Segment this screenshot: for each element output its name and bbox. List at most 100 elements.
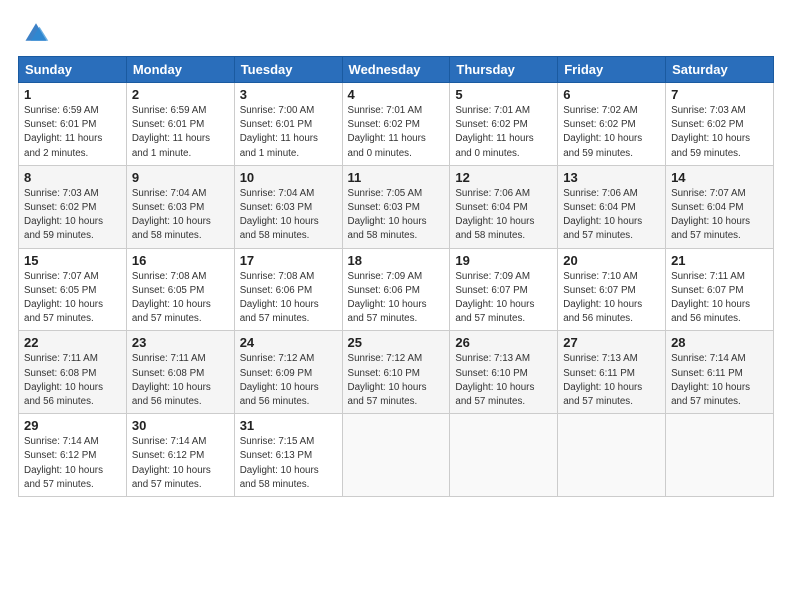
calendar-cell: 17 Sunrise: 7:08 AMSunset: 6:06 PMDaylig… (234, 248, 342, 331)
day-info: Sunrise: 7:07 AMSunset: 6:04 PMDaylight:… (671, 188, 750, 242)
day-info: Sunrise: 7:14 AMSunset: 6:11 PMDaylight:… (671, 353, 750, 407)
calendar-week-4: 22 Sunrise: 7:11 AMSunset: 6:08 PMDaylig… (19, 331, 774, 414)
day-info: Sunrise: 7:04 AMSunset: 6:03 PMDaylight:… (132, 188, 211, 242)
day-info: Sunrise: 7:03 AMSunset: 6:02 PMDaylight:… (24, 188, 103, 242)
calendar-header-thursday: Thursday (450, 57, 558, 83)
day-number: 27 (563, 335, 660, 350)
calendar-cell: 11 Sunrise: 7:05 AMSunset: 6:03 PMDaylig… (342, 165, 450, 248)
calendar-cell: 20 Sunrise: 7:10 AMSunset: 6:07 PMDaylig… (558, 248, 666, 331)
calendar-week-2: 8 Sunrise: 7:03 AMSunset: 6:02 PMDayligh… (19, 165, 774, 248)
day-info: Sunrise: 7:13 AMSunset: 6:10 PMDaylight:… (455, 353, 534, 407)
day-info: Sunrise: 7:12 AMSunset: 6:09 PMDaylight:… (240, 353, 319, 407)
calendar-cell (450, 414, 558, 497)
calendar-cell: 5 Sunrise: 7:01 AMSunset: 6:02 PMDayligh… (450, 83, 558, 166)
day-info: Sunrise: 6:59 AMSunset: 6:01 PMDaylight:… (24, 105, 102, 159)
calendar-week-1: 1 Sunrise: 6:59 AMSunset: 6:01 PMDayligh… (19, 83, 774, 166)
calendar-header-friday: Friday (558, 57, 666, 83)
day-info: Sunrise: 7:04 AMSunset: 6:03 PMDaylight:… (240, 188, 319, 242)
day-number: 19 (455, 253, 552, 268)
day-number: 10 (240, 170, 337, 185)
day-number: 17 (240, 253, 337, 268)
calendar-header-saturday: Saturday (666, 57, 774, 83)
day-info: Sunrise: 7:00 AMSunset: 6:01 PMDaylight:… (240, 105, 318, 159)
calendar-cell: 1 Sunrise: 6:59 AMSunset: 6:01 PMDayligh… (19, 83, 127, 166)
calendar-header-row: SundayMondayTuesdayWednesdayThursdayFrid… (19, 57, 774, 83)
calendar-cell: 4 Sunrise: 7:01 AMSunset: 6:02 PMDayligh… (342, 83, 450, 166)
calendar-cell: 7 Sunrise: 7:03 AMSunset: 6:02 PMDayligh… (666, 83, 774, 166)
calendar-cell: 31 Sunrise: 7:15 AMSunset: 6:13 PMDaylig… (234, 414, 342, 497)
day-number: 28 (671, 335, 768, 350)
day-info: Sunrise: 7:06 AMSunset: 6:04 PMDaylight:… (563, 188, 642, 242)
day-number: 23 (132, 335, 229, 350)
calendar-cell: 27 Sunrise: 7:13 AMSunset: 6:11 PMDaylig… (558, 331, 666, 414)
day-number: 24 (240, 335, 337, 350)
calendar-header-wednesday: Wednesday (342, 57, 450, 83)
day-info: Sunrise: 7:05 AMSunset: 6:03 PMDaylight:… (348, 188, 427, 242)
calendar-cell: 30 Sunrise: 7:14 AMSunset: 6:12 PMDaylig… (126, 414, 234, 497)
calendar-cell: 29 Sunrise: 7:14 AMSunset: 6:12 PMDaylig… (19, 414, 127, 497)
day-number: 7 (671, 87, 768, 102)
calendar-header-tuesday: Tuesday (234, 57, 342, 83)
day-info: Sunrise: 7:15 AMSunset: 6:13 PMDaylight:… (240, 436, 319, 490)
day-info: Sunrise: 7:01 AMSunset: 6:02 PMDaylight:… (348, 105, 426, 159)
calendar-cell: 16 Sunrise: 7:08 AMSunset: 6:05 PMDaylig… (126, 248, 234, 331)
calendar-cell (558, 414, 666, 497)
calendar-header-monday: Monday (126, 57, 234, 83)
logo (18, 22, 50, 46)
calendar-table: SundayMondayTuesdayWednesdayThursdayFrid… (18, 56, 774, 497)
day-info: Sunrise: 7:11 AMSunset: 6:08 PMDaylight:… (24, 353, 103, 407)
calendar-cell: 19 Sunrise: 7:09 AMSunset: 6:07 PMDaylig… (450, 248, 558, 331)
calendar-week-3: 15 Sunrise: 7:07 AMSunset: 6:05 PMDaylig… (19, 248, 774, 331)
calendar-cell: 3 Sunrise: 7:00 AMSunset: 6:01 PMDayligh… (234, 83, 342, 166)
day-info: Sunrise: 7:03 AMSunset: 6:02 PMDaylight:… (671, 105, 750, 159)
day-info: Sunrise: 7:13 AMSunset: 6:11 PMDaylight:… (563, 353, 642, 407)
day-number: 13 (563, 170, 660, 185)
calendar-header-sunday: Sunday (19, 57, 127, 83)
day-number: 12 (455, 170, 552, 185)
calendar-cell (342, 414, 450, 497)
day-number: 29 (24, 418, 121, 433)
day-number: 20 (563, 253, 660, 268)
day-info: Sunrise: 7:12 AMSunset: 6:10 PMDaylight:… (348, 353, 427, 407)
day-number: 26 (455, 335, 552, 350)
day-info: Sunrise: 7:08 AMSunset: 6:06 PMDaylight:… (240, 271, 319, 325)
calendar-cell: 24 Sunrise: 7:12 AMSunset: 6:09 PMDaylig… (234, 331, 342, 414)
day-number: 18 (348, 253, 445, 268)
logo-icon (22, 18, 50, 46)
page: SundayMondayTuesdayWednesdayThursdayFrid… (0, 0, 792, 509)
day-number: 9 (132, 170, 229, 185)
calendar-cell: 18 Sunrise: 7:09 AMSunset: 6:06 PMDaylig… (342, 248, 450, 331)
day-number: 1 (24, 87, 121, 102)
day-number: 2 (132, 87, 229, 102)
day-number: 8 (24, 170, 121, 185)
calendar-cell: 2 Sunrise: 6:59 AMSunset: 6:01 PMDayligh… (126, 83, 234, 166)
day-number: 22 (24, 335, 121, 350)
day-number: 25 (348, 335, 445, 350)
day-info: Sunrise: 7:09 AMSunset: 6:06 PMDaylight:… (348, 271, 427, 325)
calendar-week-5: 29 Sunrise: 7:14 AMSunset: 6:12 PMDaylig… (19, 414, 774, 497)
day-number: 21 (671, 253, 768, 268)
day-info: Sunrise: 7:10 AMSunset: 6:07 PMDaylight:… (563, 271, 642, 325)
day-info: Sunrise: 7:14 AMSunset: 6:12 PMDaylight:… (24, 436, 103, 490)
day-number: 30 (132, 418, 229, 433)
day-number: 14 (671, 170, 768, 185)
day-number: 16 (132, 253, 229, 268)
day-number: 3 (240, 87, 337, 102)
day-info: Sunrise: 7:11 AMSunset: 6:07 PMDaylight:… (671, 271, 750, 325)
day-info: Sunrise: 7:09 AMSunset: 6:07 PMDaylight:… (455, 271, 534, 325)
day-info: Sunrise: 7:14 AMSunset: 6:12 PMDaylight:… (132, 436, 211, 490)
day-info: Sunrise: 7:11 AMSunset: 6:08 PMDaylight:… (132, 353, 211, 407)
day-number: 11 (348, 170, 445, 185)
calendar-cell: 6 Sunrise: 7:02 AMSunset: 6:02 PMDayligh… (558, 83, 666, 166)
calendar-cell: 12 Sunrise: 7:06 AMSunset: 6:04 PMDaylig… (450, 165, 558, 248)
day-info: Sunrise: 7:02 AMSunset: 6:02 PMDaylight:… (563, 105, 642, 159)
calendar-cell: 8 Sunrise: 7:03 AMSunset: 6:02 PMDayligh… (19, 165, 127, 248)
calendar-cell: 23 Sunrise: 7:11 AMSunset: 6:08 PMDaylig… (126, 331, 234, 414)
day-info: Sunrise: 7:07 AMSunset: 6:05 PMDaylight:… (24, 271, 103, 325)
day-number: 31 (240, 418, 337, 433)
header (18, 18, 774, 46)
calendar-cell: 13 Sunrise: 7:06 AMSunset: 6:04 PMDaylig… (558, 165, 666, 248)
day-number: 5 (455, 87, 552, 102)
day-info: Sunrise: 7:01 AMSunset: 6:02 PMDaylight:… (455, 105, 533, 159)
day-info: Sunrise: 6:59 AMSunset: 6:01 PMDaylight:… (132, 105, 210, 159)
